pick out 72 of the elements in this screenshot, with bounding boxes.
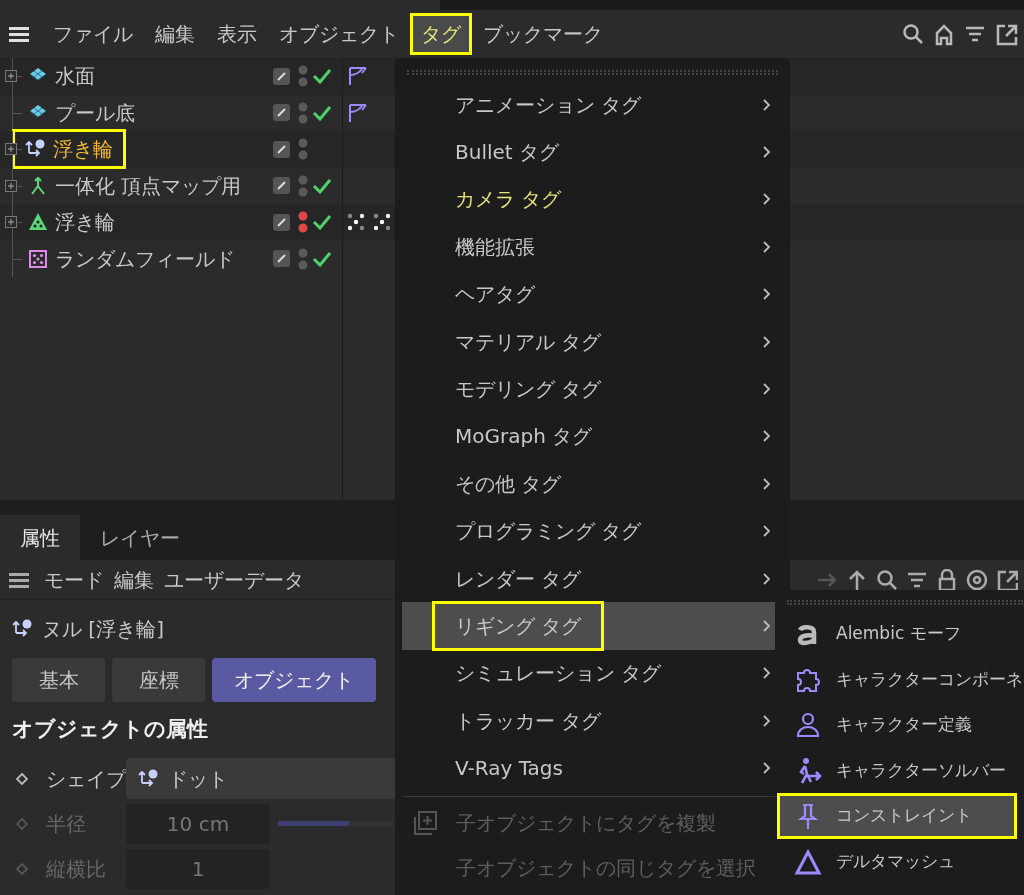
expand-icon[interactable]: [5, 143, 17, 156]
expand-icon[interactable]: [5, 70, 17, 83]
chevron-right-icon: [763, 98, 771, 111]
lock-icon[interactable]: [936, 568, 958, 591]
menu-item[interactable]: 編集: [114, 564, 154, 595]
expand-icon[interactable]: [5, 216, 17, 229]
section-tab[interactable]: オブジェクト: [212, 658, 376, 702]
menu-item[interactable]: プログラミング タグ: [402, 507, 783, 555]
menu-item[interactable]: MoGraph タグ: [402, 412, 783, 461]
edit-icon: [273, 177, 290, 195]
section-title: オブジェクトの属性: [12, 716, 208, 744]
panel-tab[interactable]: 属性: [0, 515, 80, 560]
object-name[interactable]: 浮き輪: [55, 207, 115, 238]
field-label: シェイプ: [46, 765, 126, 793]
dropdown-field[interactable]: ドット: [126, 758, 396, 799]
menu-item[interactable]: マテリアル タグ: [402, 317, 783, 366]
menu-item[interactable]: ユーザーデータ: [164, 564, 304, 595]
chevron-right-icon: [763, 193, 771, 206]
object-name[interactable]: 水面: [55, 61, 95, 92]
chevron-right-icon: [763, 430, 771, 443]
menu-item[interactable]: モード: [44, 564, 104, 595]
edit-icon: [273, 67, 290, 85]
object-name[interactable]: プール底: [55, 97, 135, 128]
object-name[interactable]: ランダムフィールド: [55, 243, 235, 274]
target-icon[interactable]: [966, 568, 988, 591]
menu-item[interactable]: レンダー タグ: [402, 554, 783, 603]
edit-icon: [273, 104, 290, 122]
menu-item[interactable]: ブックマーク: [472, 13, 614, 55]
menu-item[interactable]: ヘアタグ: [402, 270, 783, 318]
object-title: ヌル [浮き輪]: [42, 616, 164, 643]
chevron-right-icon: [763, 525, 771, 538]
field-label: 縦横比: [46, 855, 107, 883]
menu-item[interactable]: オブジェクト: [268, 13, 410, 55]
menu-item[interactable]: ファイル: [42, 13, 144, 55]
menu-item[interactable]: タグ: [410, 13, 472, 55]
chevron-right-icon: [763, 335, 771, 348]
chevron-right-icon: [763, 714, 771, 727]
object-name[interactable]: 浮き輪: [53, 134, 113, 165]
field-label: 半径: [46, 810, 87, 838]
chevron-right-icon: [763, 667, 771, 680]
menu-item[interactable]: その他 タグ: [402, 460, 783, 508]
search-icon[interactable]: [876, 568, 898, 591]
menu-item[interactable]: 機能拡張: [402, 223, 783, 271]
expand-icon[interactable]: [5, 179, 17, 192]
chevron-right-icon: [763, 383, 771, 396]
menu-item[interactable]: モデリング タグ: [402, 365, 783, 413]
dropdown-value: ドット: [168, 765, 228, 793]
section-tab[interactable]: 座標: [112, 658, 205, 702]
object-name[interactable]: 一体化 頂点マップ用: [55, 170, 242, 201]
chevron-right-icon: [763, 572, 771, 585]
edit-icon: [273, 213, 290, 231]
copy-icon: [412, 810, 438, 837]
menu-item[interactable]: アニメーション タグ: [402, 81, 783, 129]
chevron-right-icon: [763, 762, 771, 775]
edit-icon: [273, 250, 290, 268]
chevron-right-icon: [763, 240, 771, 253]
chevron-right-icon: [763, 620, 771, 632]
menu-item[interactable]: Bullet タグ: [402, 128, 783, 176]
external-link-icon[interactable]: [995, 22, 1018, 46]
menu-icon[interactable]: [8, 24, 30, 44]
chevron-right-icon: [763, 288, 771, 301]
external-link-icon[interactable]: [996, 568, 1018, 591]
chevron-right-icon: [763, 477, 771, 490]
section-tab[interactable]: 基本: [12, 658, 105, 702]
search-icon[interactable]: [902, 22, 925, 46]
menu-item[interactable]: 編集: [144, 13, 206, 55]
slider-track[interactable]: [278, 821, 393, 826]
chevron-right-icon: [763, 146, 771, 159]
menu-item[interactable]: カメラ タグ: [402, 175, 783, 224]
menu-item[interactable]: コンストレイント: [777, 793, 1017, 839]
menu-item[interactable]: 表示: [206, 13, 268, 55]
edit-icon: [273, 140, 290, 158]
